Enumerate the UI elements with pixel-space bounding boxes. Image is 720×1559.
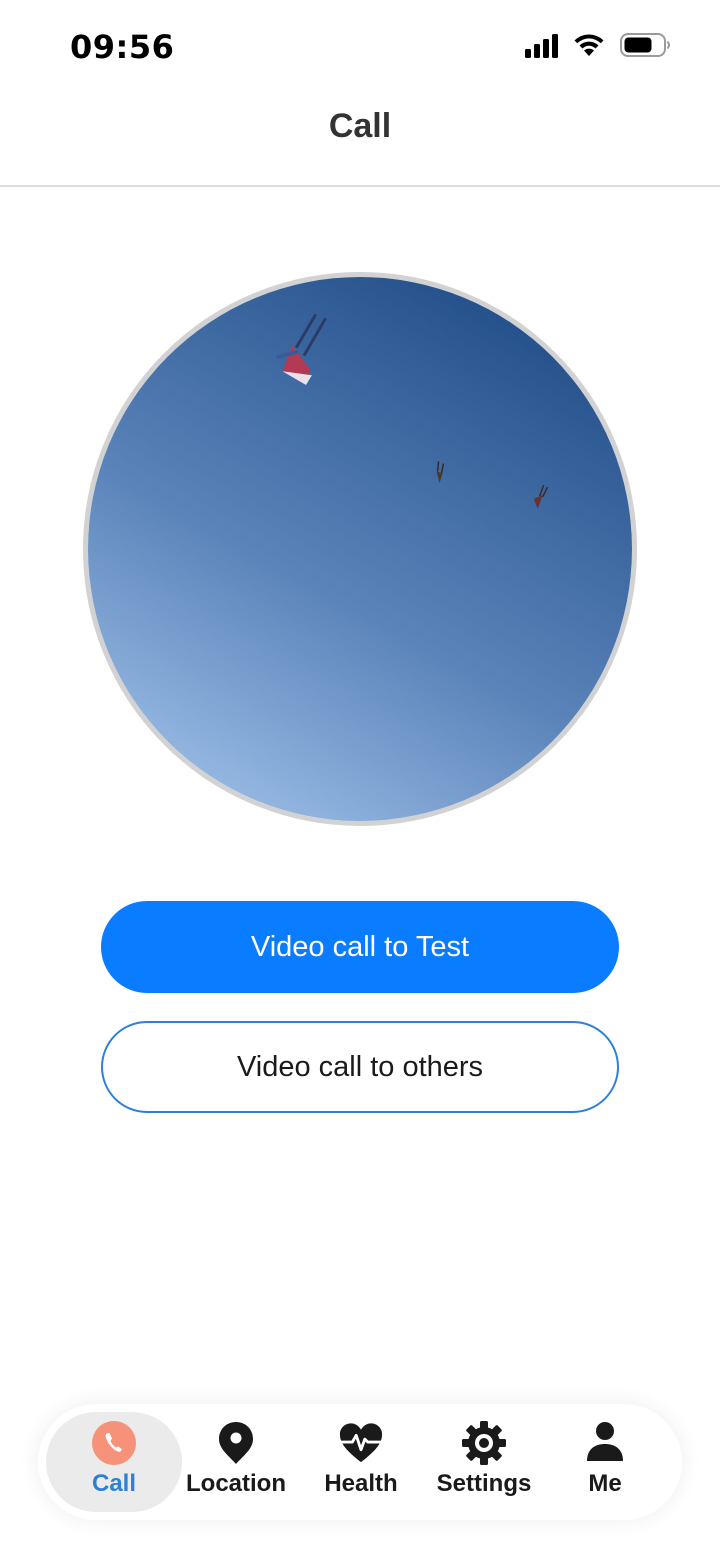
person-icon bbox=[582, 1420, 628, 1466]
tab-settings[interactable]: Settings bbox=[430, 1420, 538, 1510]
status-time: 09:56 bbox=[70, 28, 175, 66]
cellular-signal-icon bbox=[525, 32, 558, 58]
tab-me[interactable]: Me bbox=[580, 1420, 630, 1510]
video-call-others-button[interactable]: Video call to others bbox=[101, 1021, 619, 1113]
status-icons bbox=[525, 32, 672, 58]
heart-pulse-icon bbox=[338, 1420, 384, 1466]
tab-health[interactable]: Health bbox=[318, 1420, 404, 1510]
phone-icon bbox=[91, 1420, 137, 1466]
page-title: Call bbox=[328, 107, 392, 145]
video-call-test-button[interactable]: Video call to Test bbox=[101, 901, 619, 993]
tab-location[interactable]: Location bbox=[181, 1420, 291, 1510]
tab-label-call: Call bbox=[91, 1470, 136, 1497]
home-indicator-area bbox=[0, 1519, 720, 1559]
tab-label-location: Location bbox=[186, 1470, 286, 1497]
tab-call[interactable]: Call bbox=[88, 1420, 140, 1510]
tab-label-settings: Settings bbox=[436, 1470, 532, 1497]
battery-icon bbox=[620, 33, 670, 57]
tab-label-me: Me bbox=[588, 1470, 622, 1497]
avatar-image bbox=[88, 277, 632, 821]
wifi-icon bbox=[574, 34, 604, 56]
gear-icon bbox=[461, 1420, 507, 1466]
tab-label-health: Health bbox=[324, 1470, 398, 1497]
tab-bar: Call Location Health Settings Me bbox=[38, 1404, 682, 1520]
location-pin-icon bbox=[213, 1420, 259, 1466]
nav-header: Call bbox=[0, 96, 720, 187]
status-bar: 09:56 bbox=[0, 0, 720, 96]
contact-avatar[interactable] bbox=[83, 272, 637, 826]
